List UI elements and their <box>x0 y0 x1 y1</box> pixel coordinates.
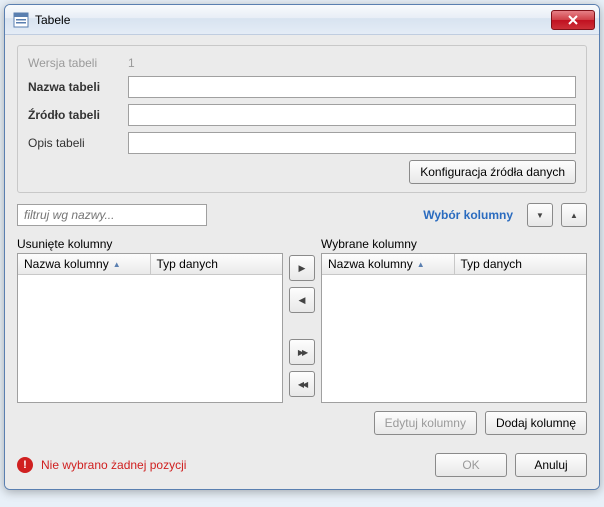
selected-columns-title: Wybrane kolumny <box>321 237 587 251</box>
chevron-down-icon: ▼ <box>536 211 544 220</box>
name-label: Nazwa tabeli <box>28 80 128 94</box>
version-value: 1 <box>128 56 135 70</box>
close-icon <box>567 15 579 25</box>
add-column-button[interactable]: Dodaj kolumnę <box>485 411 587 435</box>
columns-area: Usunięte kolumny Nazwa kolumny ▲ Typ dan… <box>17 237 587 403</box>
move-up-button[interactable]: ▲ <box>561 203 587 227</box>
right-single-icon: ▶ <box>299 263 306 274</box>
source-label: Źródło tabeli <box>28 108 128 122</box>
error-text: Nie wybrano żadnej pozycji <box>41 458 427 472</box>
right-double-icon: ▶▶ <box>298 348 306 357</box>
close-button[interactable] <box>551 10 595 30</box>
source-input[interactable] <box>128 104 576 126</box>
removed-columns-panel: Usunięte kolumny Nazwa kolumny ▲ Typ dan… <box>17 237 283 403</box>
removed-columns-header: Nazwa kolumny ▲ Typ danych <box>18 254 282 275</box>
dialog-content: Wersja tabeli 1 Nazwa tabeli Źródło tabe… <box>5 35 599 489</box>
left-double-icon: ◀◀ <box>298 380 306 389</box>
titlebar: Tabele <box>5 5 599 35</box>
add-one-button[interactable]: ▶ <box>289 255 315 281</box>
desc-input[interactable] <box>128 132 576 154</box>
removed-columns-title: Usunięte kolumny <box>17 237 283 251</box>
selected-col-name-header[interactable]: Nazwa kolumny ▲ <box>322 254 455 274</box>
add-all-button[interactable]: ▶▶ <box>289 339 315 365</box>
chevron-up-icon: ▲ <box>570 211 578 220</box>
table-info-group: Wersja tabeli 1 Nazwa tabeli Źródło tabe… <box>17 45 587 193</box>
column-selection-label: Wybór kolumny <box>423 208 513 222</box>
filter-input[interactable] <box>17 204 207 226</box>
config-source-button[interactable]: Konfiguracja źródła danych <box>409 160 576 184</box>
dialog-footer: ! Nie wybrano żadnej pozycji OK Anuluj <box>17 453 587 477</box>
name-input[interactable] <box>128 76 576 98</box>
desc-label: Opis tabeli <box>28 136 128 150</box>
cancel-button[interactable]: Anuluj <box>515 453 587 477</box>
removed-col-type-header[interactable]: Typ danych <box>151 254 283 274</box>
selected-columns-header: Nazwa kolumny ▲ Typ danych <box>322 254 586 275</box>
remove-one-button[interactable]: ◀ <box>289 287 315 313</box>
removed-columns-grid[interactable]: Nazwa kolumny ▲ Typ danych <box>17 253 283 403</box>
selected-columns-panel: Wybrane kolumny Nazwa kolumny ▲ Typ dany… <box>321 237 587 403</box>
removed-col-name-header[interactable]: Nazwa kolumny ▲ <box>18 254 151 274</box>
sort-asc-icon: ▲ <box>417 260 425 269</box>
error-icon: ! <box>17 457 33 473</box>
removed-columns-body <box>18 275 282 402</box>
column-actions: Edytuj kolumny Dodaj kolumnę <box>17 411 587 435</box>
app-icon <box>13 12 29 28</box>
dialog-window: Tabele Wersja tabeli 1 Nazwa tabeli Źród… <box>4 4 600 490</box>
move-down-button[interactable]: ▼ <box>527 203 553 227</box>
edit-columns-button[interactable]: Edytuj kolumny <box>374 411 477 435</box>
selected-columns-grid[interactable]: Nazwa kolumny ▲ Typ danych <box>321 253 587 403</box>
ok-button[interactable]: OK <box>435 453 507 477</box>
left-single-icon: ◀ <box>299 295 306 306</box>
selected-columns-body <box>322 275 586 402</box>
version-label: Wersja tabeli <box>28 56 128 70</box>
selected-col-type-header[interactable]: Typ danych <box>455 254 587 274</box>
sort-asc-icon: ▲ <box>113 260 121 269</box>
filter-row: Wybór kolumny ▼ ▲ <box>17 203 587 227</box>
remove-all-button[interactable]: ◀◀ <box>289 371 315 397</box>
transfer-buttons: ▶ ◀ ▶▶ ◀◀ <box>289 237 315 403</box>
window-title: Tabele <box>35 13 70 27</box>
